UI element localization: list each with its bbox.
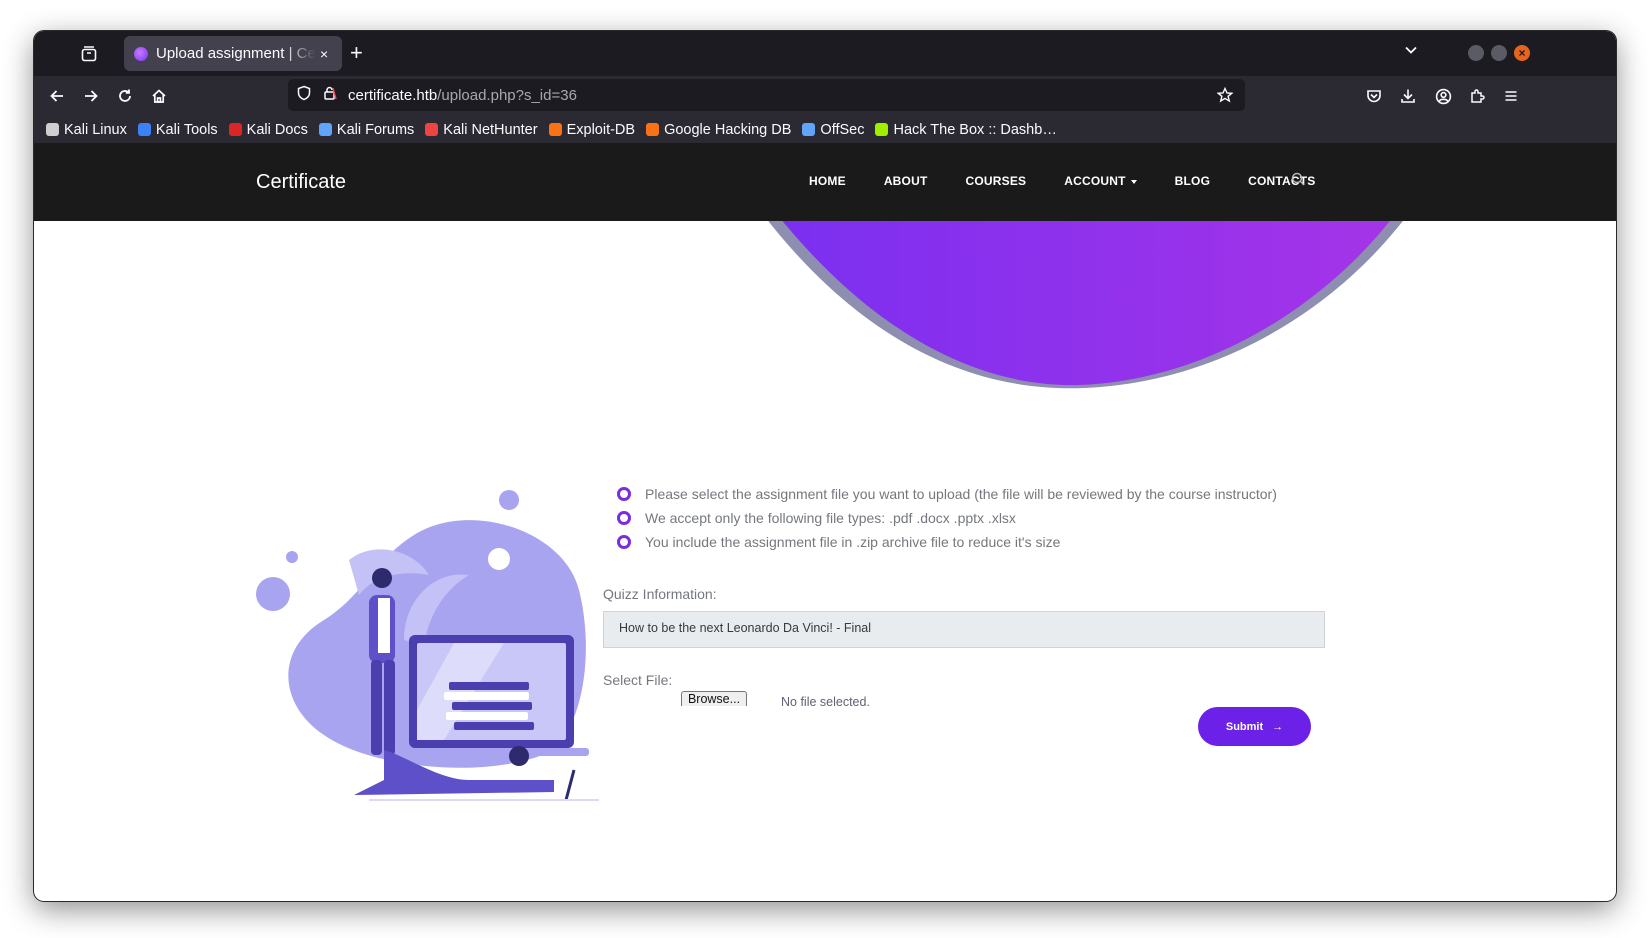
bookmark-label: Exploit-DB: [566, 121, 636, 138]
bookmark-item[interactable]: Kali Linux: [46, 122, 127, 138]
quiz-info-field[interactable]: How to be the next Leonardo Da Vinci! - …: [603, 611, 1325, 648]
url-host: certificate.htb: [348, 86, 438, 104]
bookmark-item[interactable]: Kali Docs: [228, 121, 308, 138]
bookmark-item[interactable]: Google Hacking DB: [646, 122, 791, 138]
url-path: /upload.php?s_id=36: [437, 86, 577, 104]
site-header: Certificate HOME ABOUT COURSES ACCOUNT B…: [34, 143, 1616, 221]
browse-button[interactable]: Browse...: [681, 691, 747, 706]
menu-contacts[interactable]: CONTACTS: [1248, 174, 1315, 188]
navigation-bar: certificate.htb/upload.php?s_id=36: [34, 76, 1616, 116]
tab-bar: Upload assignment | Certificate × + ×: [34, 31, 1616, 76]
tab-title: Upload assignment | Certificate: [156, 45, 316, 62]
search-icon[interactable]: [1291, 172, 1305, 191]
bookmark-star-icon[interactable]: [1216, 86, 1234, 108]
offsec-icon: [802, 123, 816, 136]
site-brand[interactable]: Certificate: [256, 171, 346, 194]
bookmark-item[interactable]: Hack The Box :: Dashb…: [875, 121, 1057, 138]
submit-button[interactable]: Submit →: [1198, 707, 1311, 746]
upload-illustration: [256, 490, 599, 801]
bullet-ring-icon: [617, 487, 631, 501]
instruction-text: We accept only the following file types:…: [645, 510, 1016, 526]
window-close-button[interactable]: ×: [1514, 45, 1530, 61]
main-menu: HOME ABOUT COURSES ACCOUNT BLOG CONTACTS: [809, 174, 1353, 188]
tab-list-icon[interactable]: [76, 41, 102, 67]
bookmark-item[interactable]: OffSec: [802, 122, 864, 138]
minimize-button[interactable]: [1468, 45, 1484, 61]
file-status-text: No file selected.: [781, 695, 870, 709]
forward-icon[interactable]: [78, 83, 104, 109]
bookmark-label: OffSec: [820, 121, 865, 138]
kali-forums-icon: [318, 123, 332, 136]
menu-account[interactable]: ACCOUNT: [1064, 174, 1137, 188]
bookmark-label: Hack The Box :: Dashb…: [893, 121, 1057, 138]
reload-icon[interactable]: [112, 83, 138, 109]
htb-cube-icon: [875, 123, 889, 136]
kali-docs-icon: [228, 123, 242, 136]
pocket-icon[interactable]: [1361, 83, 1387, 109]
bookmark-label: Kali Linux: [64, 121, 127, 138]
menu-blog[interactable]: BLOG: [1175, 174, 1210, 188]
extensions-icon[interactable]: [1464, 83, 1490, 109]
bookmarks-toolbar: Kali Linux Kali Tools Kali Docs Kali Forums…: [34, 116, 1616, 143]
bookmark-item[interactable]: Kali Tools: [137, 121, 218, 138]
chevron-down-icon: [1130, 179, 1137, 184]
list-item: Please select the assignment file you wa…: [617, 482, 1277, 506]
bullet-ring-icon: [617, 511, 631, 525]
bookmark-item[interactable]: Exploit-DB: [548, 121, 636, 138]
active-tab[interactable]: Upload assignment | Certificate ×: [124, 36, 342, 71]
back-icon[interactable]: [44, 83, 70, 109]
page-viewport: Certificate HOME ABOUT COURSES ACCOUNT B…: [34, 143, 1616, 855]
menu-courses[interactable]: COURSES: [965, 174, 1026, 188]
menu-home[interactable]: HOME: [809, 174, 846, 188]
kali-dragon-icon: [46, 123, 59, 136]
site-favicon-icon: [134, 46, 148, 61]
home-icon[interactable]: [146, 83, 172, 109]
quiz-info-label: Quizz Information:: [603, 586, 717, 602]
bookmark-label: Kali NetHunter: [443, 121, 538, 138]
app-menu-icon[interactable]: [1498, 83, 1524, 109]
list-item: You include the assignment file in .zip …: [617, 530, 1277, 554]
tab-close-icon[interactable]: ×: [320, 46, 328, 62]
arrow-right-icon: →: [1272, 720, 1284, 733]
exploit-db-icon: [548, 123, 562, 136]
nethunter-icon: [425, 123, 439, 136]
bookmark-item[interactable]: Kali Forums: [318, 121, 415, 138]
browser-window: Upload assignment | Certificate × + ×: [34, 31, 1616, 901]
tracking-shield-icon[interactable]: [296, 85, 312, 106]
address-bar[interactable]: certificate.htb/upload.php?s_id=36: [288, 79, 1245, 111]
menu-about[interactable]: ABOUT: [884, 174, 928, 188]
menu-account-label: ACCOUNT: [1064, 174, 1126, 188]
select-file-label: Select File:: [603, 672, 673, 688]
bookmark-label: Kali Tools: [155, 121, 218, 138]
maximize-button[interactable]: [1491, 45, 1507, 61]
ghdb-icon: [646, 123, 660, 136]
bullet-ring-icon: [617, 535, 631, 549]
list-item: We accept only the following file types:…: [617, 506, 1277, 530]
submit-label: Submit: [1225, 720, 1264, 733]
instruction-text: Please select the assignment file you wa…: [645, 486, 1277, 502]
bookmark-label: Kali Forums: [336, 121, 415, 138]
insecure-lock-icon[interactable]: [322, 85, 338, 106]
upload-instructions: Please select the assignment file you wa…: [617, 482, 1277, 554]
account-icon[interactable]: [1430, 83, 1456, 109]
kali-tools-icon: [137, 123, 151, 136]
bookmark-item[interactable]: Kali NetHunter: [425, 121, 538, 138]
downloads-icon[interactable]: [1395, 83, 1421, 109]
tab-overflow-icon[interactable]: [1404, 43, 1418, 62]
new-tab-button[interactable]: +: [350, 41, 363, 65]
instruction-text: You include the assignment file in .zip …: [645, 534, 1061, 550]
bookmark-label: Kali Docs: [246, 121, 308, 138]
bookmark-label: Google Hacking DB: [664, 121, 792, 138]
